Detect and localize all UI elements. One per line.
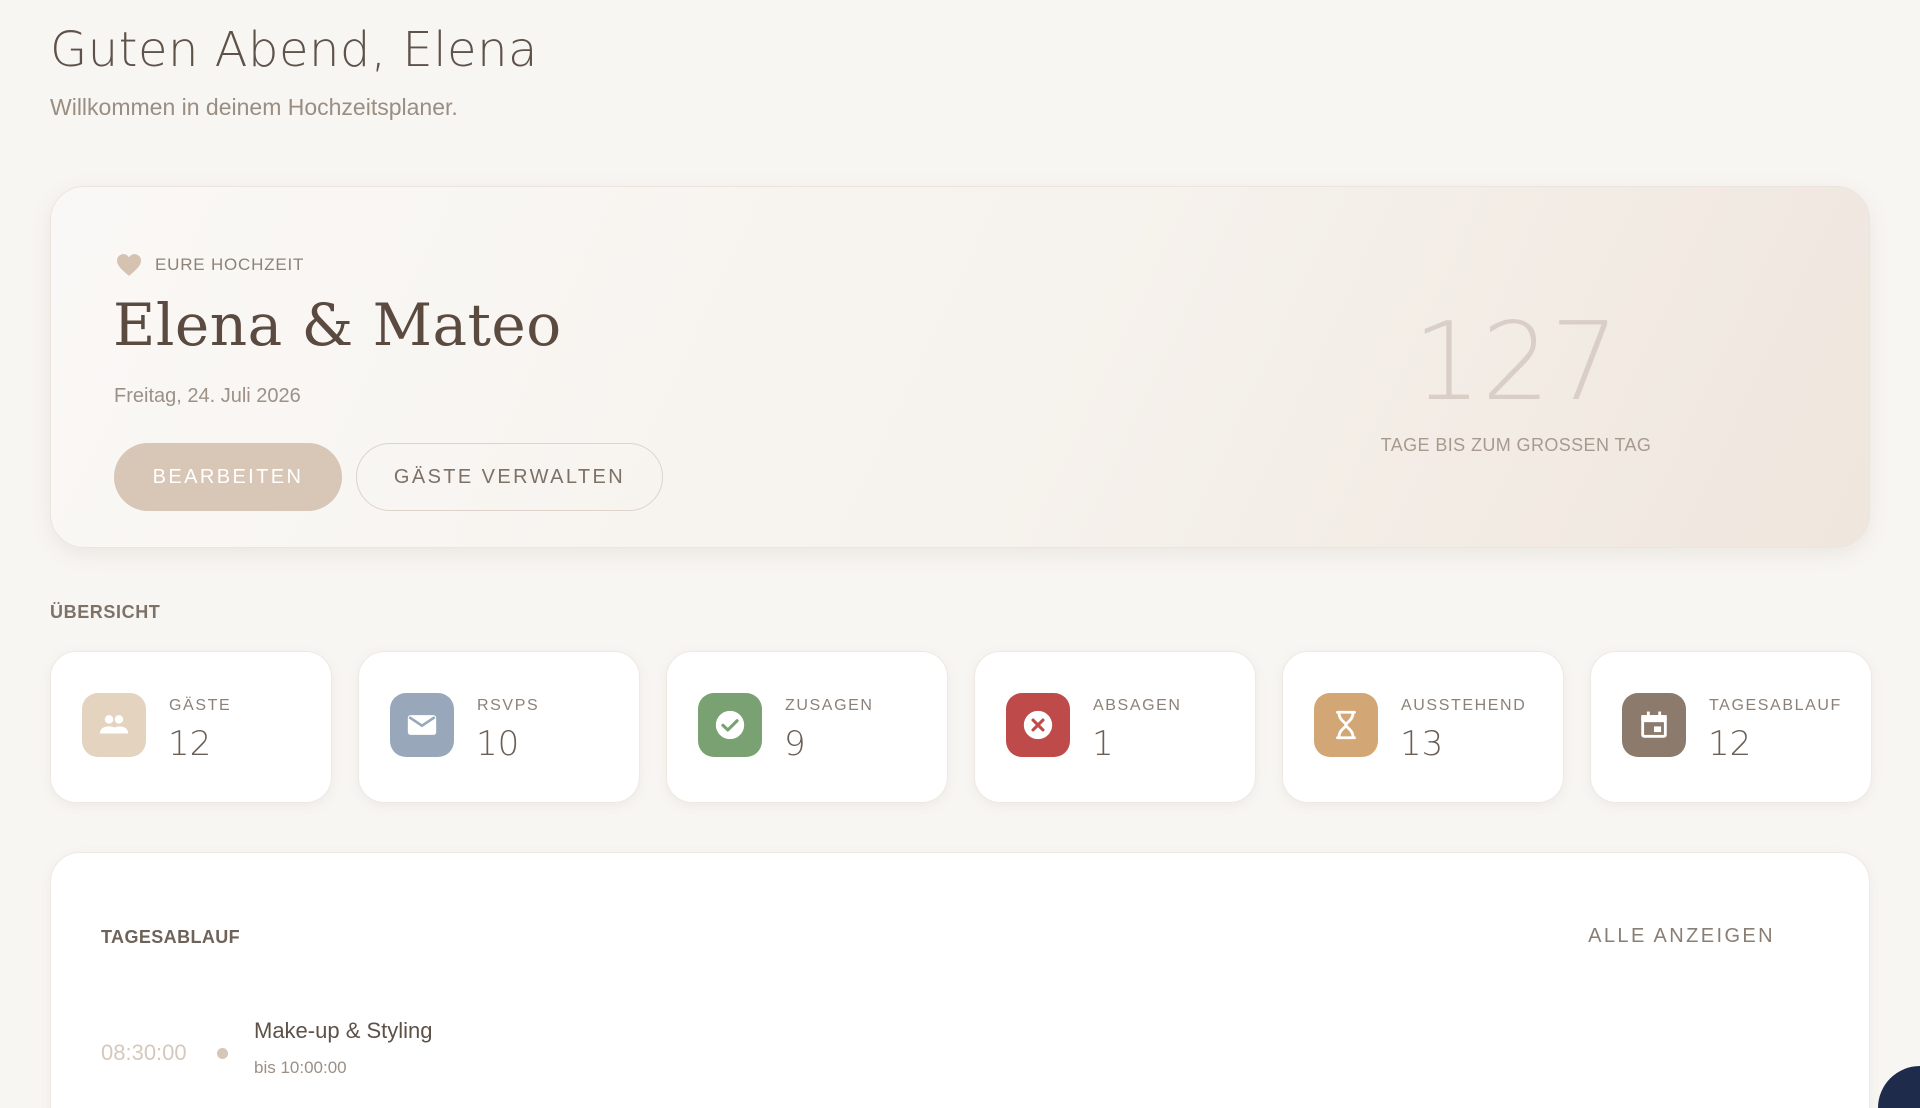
calendar-icon [1622, 693, 1686, 757]
mail-icon [390, 693, 454, 757]
countdown-label: TAGE BIS ZUM GROSSEN TAG [1380, 435, 1652, 455]
stat-label: TAGESABLAUF [1709, 697, 1842, 714]
stat-label: ZUSAGEN [785, 697, 874, 714]
stat-card-accepted[interactable]: ZUSAGEN 9 [666, 651, 948, 803]
overview-title: ÜBERSICHT [50, 602, 161, 622]
greeting-heading: Guten Abend, Elena [50, 22, 538, 78]
check-circle-icon [698, 693, 762, 757]
stat-card-schedule[interactable]: TAGESABLAUF 12 [1590, 651, 1872, 803]
stat-value: 9 [784, 724, 806, 764]
timeline-item-until: bis 10:00:00 [254, 1058, 347, 1077]
greeting-subtitle: Willkommen in deinem Hochzeitsplaner. [50, 94, 458, 120]
timeline-card: TAGESABLAUF ALLE ANZEIGEN 08:30:00 Make-… [50, 852, 1870, 1108]
hero-label-text: EURE HOCHZEIT [155, 255, 305, 274]
stat-value: 13 [1400, 724, 1444, 764]
stat-label: RSVPS [477, 697, 540, 714]
edit-button[interactable]: BEARBEITEN [114, 443, 342, 511]
cancel-circle-icon [1006, 693, 1070, 757]
stat-value: 10 [476, 724, 520, 764]
stat-card-rsvps[interactable]: RSVPS 10 [358, 651, 640, 803]
manage-guests-button[interactable]: GÄSTE VERWALTEN [356, 443, 663, 511]
stat-card-pending[interactable]: AUSSTEHEND 13 [1282, 651, 1564, 803]
hero-label: EURE HOCHZEIT [115, 253, 304, 277]
timeline-item[interactable]: 08:30:00 Make-up & Styling bis 10:00:00 [101, 1018, 1821, 1108]
timeline-item-time: 08:30:00 [101, 1040, 187, 1065]
stat-value: 12 [168, 724, 212, 764]
show-all-link[interactable]: ALLE ANZEIGEN [1588, 925, 1775, 948]
stat-label: ABSAGEN [1093, 697, 1182, 714]
stat-value: 1 [1092, 724, 1114, 764]
countdown: 127 TAGE BIS ZUM GROSSEN TAG [1331, 309, 1701, 456]
stat-label: GÄSTE [169, 697, 232, 714]
corner-decoration [1878, 1066, 1920, 1108]
couple-names: Elena & Mateo [113, 291, 562, 359]
hourglass-icon [1314, 693, 1378, 757]
stat-label: AUSSTEHEND [1401, 697, 1527, 714]
wedding-date: Freitag, 24. Juli 2026 [114, 385, 301, 407]
people-icon [82, 693, 146, 757]
stat-card-guests[interactable]: GÄSTE 12 [50, 651, 332, 803]
wedding-hero-card: EURE HOCHZEIT Elena & Mateo Freitag, 24.… [50, 186, 1870, 548]
dashboard-page: Guten Abend, Elena Willkommen in deinem … [0, 0, 1920, 1108]
countdown-value: 127 [1412, 300, 1620, 425]
stat-value: 12 [1708, 724, 1752, 764]
stat-card-declined[interactable]: ABSAGEN 1 [974, 651, 1256, 803]
timeline-item-name: Make-up & Styling [254, 1018, 433, 1043]
timeline-title: TAGESABLAUF [101, 927, 241, 947]
overview-stats: GÄSTE 12 RSVPS 10 ZUSAGEN 9 ABSAGEN 1 AU… [50, 651, 1872, 803]
timeline-dot [217, 1048, 228, 1059]
heart-icon [117, 254, 141, 276]
